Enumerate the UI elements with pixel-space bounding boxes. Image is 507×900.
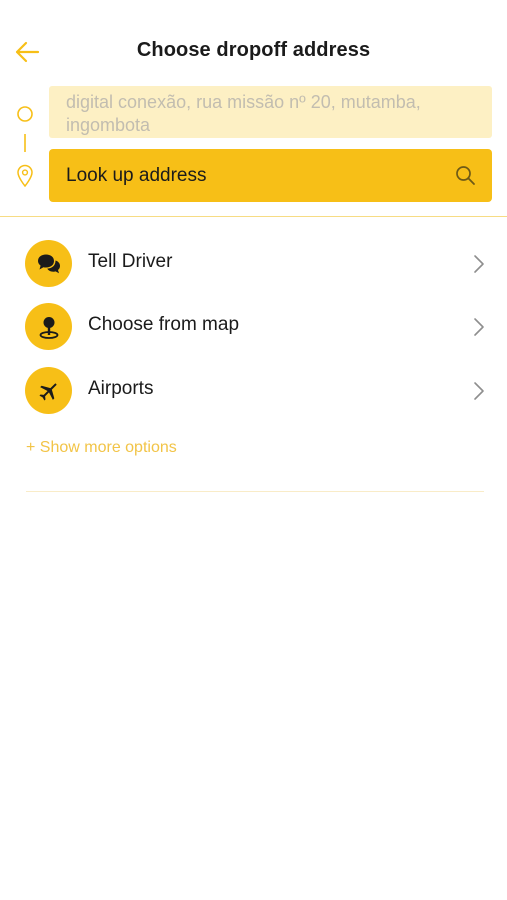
show-more-options-link[interactable]: + Show more options — [26, 439, 177, 457]
chevron-right-icon — [474, 382, 484, 400]
airplane-icon — [38, 382, 57, 401]
divider — [0, 216, 507, 217]
option-icon-circle — [25, 240, 72, 287]
route-line — [24, 134, 26, 152]
dropoff-search-box[interactable] — [49, 149, 492, 202]
option-label: Tell Driver — [88, 251, 173, 272]
header: Choose dropoff address — [0, 0, 507, 100]
page-title: Choose dropoff address — [136, 39, 371, 61]
chat-bubbles-icon — [37, 254, 60, 273]
dropoff-search-input[interactable] — [49, 149, 439, 202]
search-icon[interactable] — [455, 165, 476, 186]
pickup-address-field[interactable]: digital conexão, rua missão nº 20, mutam… — [49, 86, 492, 138]
chevron-right-icon — [474, 255, 484, 273]
option-label: Airports — [88, 378, 154, 399]
option-label: Choose from map — [88, 314, 240, 335]
divider — [26, 491, 484, 492]
map-pin-icon — [39, 316, 58, 339]
location-pin-icon — [17, 164, 33, 188]
option-airports[interactable]: Airports — [0, 359, 507, 421]
option-tell-driver[interactable]: Tell Driver — [0, 232, 507, 294]
option-icon-circle — [25, 303, 72, 350]
option-icon-circle — [25, 367, 72, 414]
chevron-right-icon — [474, 318, 484, 336]
option-choose-from-map[interactable]: Choose from map — [0, 295, 507, 357]
circle-icon — [17, 106, 33, 122]
route-indicator — [14, 100, 36, 195]
